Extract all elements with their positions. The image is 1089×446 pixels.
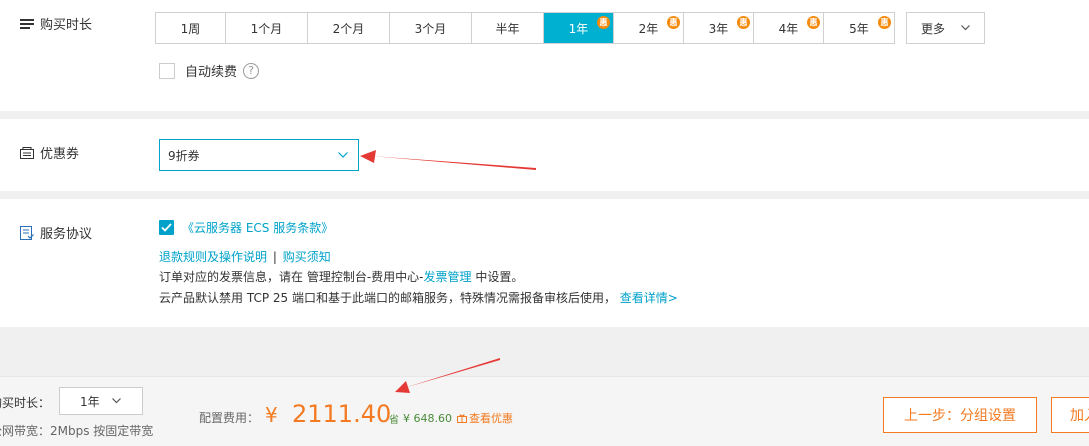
- config-fee-label: 配置费用：: [199, 411, 260, 425]
- duration-option-label: 2个月: [332, 21, 365, 36]
- list-icon: [20, 18, 34, 29]
- save-badge: 省: [389, 414, 399, 426]
- coupon-icon: [20, 146, 34, 159]
- checkmark-icon: [161, 223, 172, 232]
- duration-option-label: 5年: [849, 21, 869, 36]
- promo-badge: 惠: [737, 16, 750, 29]
- duration-option[interactable]: 5年惠: [824, 13, 894, 43]
- duration-section-label: 购买时长: [20, 14, 92, 33]
- duration-option[interactable]: 3年惠: [684, 13, 754, 43]
- document-icon: [20, 225, 34, 240]
- view-discount-link[interactable]: 查看优惠: [469, 410, 513, 426]
- promo-badge: 惠: [878, 16, 891, 29]
- duration-option-label: 3个月: [414, 21, 447, 36]
- terms-row: 《云服务器 ECS 服务条款》: [159, 219, 333, 236]
- duration-option-label: 2年: [638, 21, 659, 36]
- policy-links-row: 退款规则及操作说明 | 购买须知: [159, 248, 331, 265]
- duration-option-label: 半年: [495, 21, 520, 36]
- port-notice-text: 云产品默认禁用 TCP 25 端口和基于此端口的邮箱服务，特殊情况需报备审核后使…: [159, 291, 616, 305]
- view-details-link[interactable]: 查看详情>: [620, 291, 678, 305]
- link-separator: |: [272, 250, 277, 264]
- agreement-section-label: 服务协议: [20, 223, 92, 242]
- duration-option-label: 3年: [708, 21, 729, 36]
- invoice-prefix-text: 订单对应的发票信息，请在 管理控制台-费用中心-: [159, 270, 424, 284]
- coupon-label: 优惠券: [40, 147, 80, 162]
- chevron-down-icon: [961, 25, 970, 31]
- port-notice-row: 云产品默认禁用 TCP 25 端口和基于此端口的邮箱服务，特殊情况需报备审核后使…: [159, 289, 678, 306]
- order-summary-bar: 购买时长： 1年 公网带宽：2Mbps 按固定带宽 配置费用： ¥ 2111.4…: [0, 376, 1089, 446]
- agreement-section: 服务协议 《云服务器 ECS 服务条款》 退款规则及操作说明 | 购买须知 订单…: [0, 199, 1089, 327]
- duration-option[interactable]: 1周: [156, 13, 226, 43]
- duration-option-label: 1周: [180, 21, 201, 36]
- duration-options: 1周 1个月 2个月 3个月 半年 1年惠 2年惠 3年惠 4年惠 5年惠: [155, 12, 895, 44]
- coupon-section-label: 优惠券: [20, 143, 79, 162]
- promo-badge: 惠: [667, 16, 680, 29]
- total-price: 2111.40: [292, 400, 392, 428]
- gift-icon: [456, 414, 467, 423]
- summary-duration-label: 购买时长：: [0, 396, 51, 410]
- invoice-info-row: 订单对应的发票信息，请在 管理控制台-费用中心-发票管理 中设置。: [159, 268, 523, 285]
- coupon-section: 优惠券 9折券: [0, 119, 1089, 191]
- duration-option[interactable]: 3个月: [390, 13, 472, 43]
- summary-duration-value: 1年: [80, 394, 100, 409]
- price-currency: ¥: [265, 403, 278, 427]
- previous-step-button[interactable]: 上一步：分组设置: [883, 397, 1037, 433]
- more-duration-select[interactable]: 更多: [906, 12, 985, 44]
- duration-option[interactable]: 半年: [472, 13, 544, 43]
- duration-option[interactable]: 1个月: [226, 13, 308, 43]
- duration-option[interactable]: 4年惠: [754, 13, 824, 43]
- duration-label: 购买时长: [40, 18, 93, 33]
- duration-option[interactable]: 1年惠: [544, 13, 614, 43]
- refund-rules-link[interactable]: 退款规则及操作说明: [159, 250, 267, 264]
- purchase-notes-link[interactable]: 购买须知: [283, 250, 331, 264]
- auto-renew-row: 自动续费 ?: [159, 61, 260, 80]
- summary-duration-select[interactable]: 1年: [59, 387, 143, 415]
- terms-link[interactable]: 《云服务器 ECS 服务条款》: [182, 219, 333, 236]
- bandwidth-summary: 公网带宽：2Mbps 按固定带宽: [0, 424, 154, 438]
- save-amount: ¥ 648.60: [403, 411, 452, 425]
- agreement-label: 服务协议: [40, 227, 93, 242]
- add-to-cart-button[interactable]: 加入: [1051, 397, 1089, 433]
- savings-info: 省 ¥ 648.60 查看优惠: [389, 410, 513, 426]
- duration-option-label: 1年: [568, 21, 589, 36]
- chevron-down-icon: [111, 398, 121, 404]
- duration-section: 购买时长 1周 1个月 2个月 3个月 半年 1年惠 2年惠 3年惠 4年惠 5年惠 更多 自动续…: [0, 0, 1089, 111]
- promo-badge: 惠: [807, 16, 820, 29]
- ecs-purchase-page: 购买时长 1周 1个月 2个月 3个月 半年 1年惠 2年惠 3年惠 4年惠 5年惠 更多 自动续…: [0, 0, 1089, 446]
- coupon-selected-value: 9折券: [168, 148, 200, 163]
- duration-option[interactable]: 2个月: [308, 13, 390, 43]
- invoice-management-link[interactable]: 发票管理: [423, 270, 471, 284]
- terms-checkbox[interactable]: [159, 220, 174, 235]
- duration-option[interactable]: 2年惠: [614, 13, 684, 43]
- invoice-suffix-text: 中设置。: [471, 270, 524, 284]
- coupon-select[interactable]: 9折券: [159, 139, 359, 171]
- auto-renew-checkbox[interactable]: [159, 62, 175, 79]
- duration-option-label: 4年: [778, 21, 799, 36]
- duration-option-label: 1个月: [250, 21, 283, 36]
- auto-renew-label: 自动续费: [185, 65, 238, 80]
- help-icon[interactable]: ?: [243, 62, 260, 79]
- promo-badge: 惠: [597, 16, 610, 29]
- more-label: 更多: [921, 21, 946, 36]
- chevron-down-icon: [338, 152, 348, 158]
